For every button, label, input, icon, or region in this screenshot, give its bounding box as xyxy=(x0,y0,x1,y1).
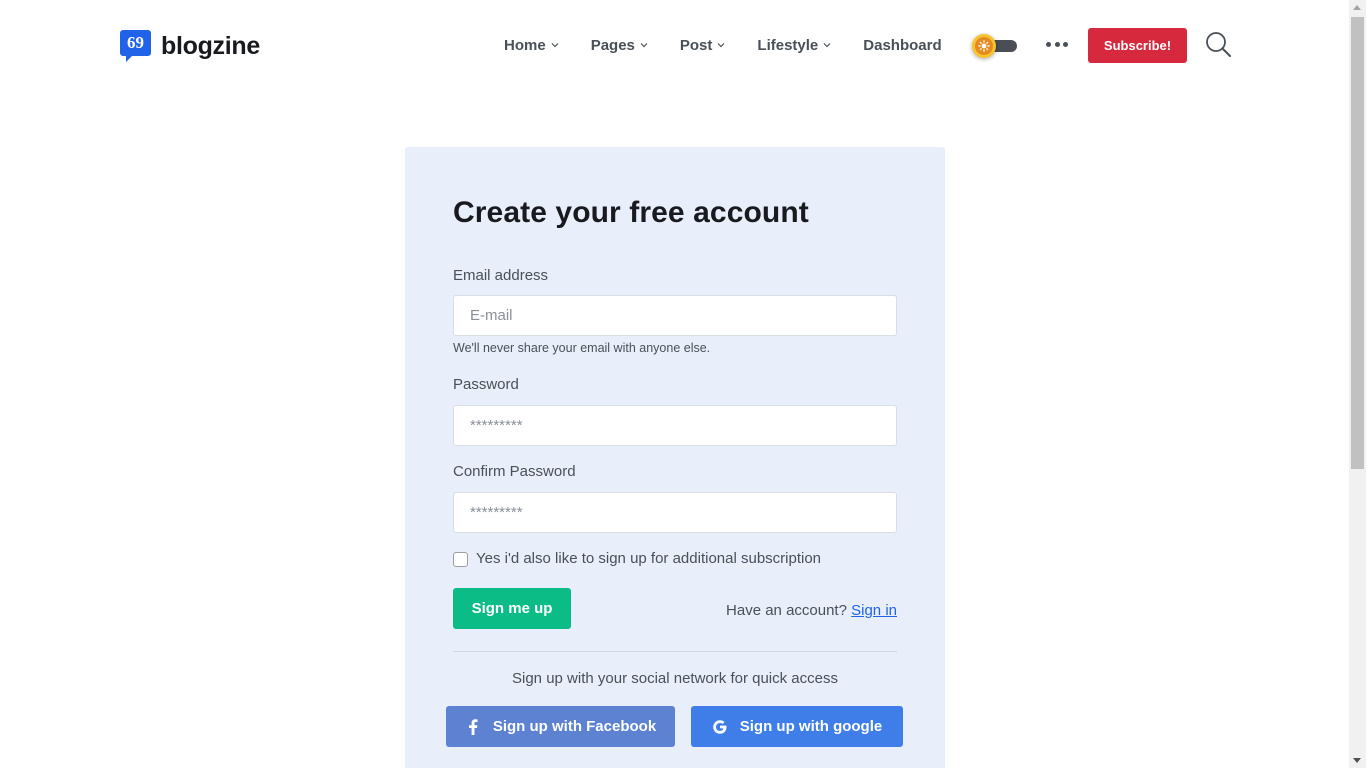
nav-item-label: Home xyxy=(504,36,546,54)
nav-item-home[interactable]: Home xyxy=(504,37,559,54)
nav-item-label: Lifestyle xyxy=(757,36,819,54)
google-icon xyxy=(712,719,728,735)
email-label: Email address xyxy=(453,267,549,284)
page-title: Create your free account xyxy=(453,196,809,229)
subscription-checkbox-label[interactable]: Yes i'd also like to sign up for additio… xyxy=(476,549,821,569)
sign-me-up-button[interactable]: Sign me up xyxy=(453,588,571,629)
chevron-down-icon xyxy=(551,43,559,48)
page-scrollbar[interactable] xyxy=(1349,0,1366,768)
site-logo[interactable]: 69 blogzine xyxy=(120,30,260,62)
chevron-down-icon xyxy=(640,43,648,48)
facebook-signup-label: Sign up with Facebook xyxy=(492,718,657,735)
main-nav: Home Pages Post Lifestyle Dashboard xyxy=(504,30,942,60)
confirm-password-label: Confirm Password xyxy=(453,463,576,480)
have-account-label: Have an account? xyxy=(726,602,847,619)
social-signup-text: Sign up with your social network for qui… xyxy=(512,670,838,687)
have-account-text: Have an account? Sign in xyxy=(726,601,897,621)
nav-item-pages[interactable]: Pages xyxy=(591,37,648,54)
subscription-checkbox[interactable] xyxy=(453,551,468,567)
divider xyxy=(453,651,897,652)
site-header: 69 blogzine Home Pages Post Lifestyle Da… xyxy=(0,0,1349,90)
speech-bubble-quote-icon: 69 xyxy=(120,30,151,62)
toggle-knob xyxy=(972,34,996,58)
scrollbar-thumb[interactable] xyxy=(1351,17,1364,469)
chevron-down-icon xyxy=(823,43,831,48)
facebook-icon xyxy=(465,718,481,735)
ellipsis-icon[interactable] xyxy=(1046,36,1068,52)
nav-item-lifestyle[interactable]: Lifestyle xyxy=(757,37,831,54)
email-help-text: We'll never share your email with anyone… xyxy=(453,341,711,355)
chevron-down-icon xyxy=(717,43,725,48)
search-icon[interactable] xyxy=(1205,31,1232,58)
google-signup-button[interactable]: Sign up with google xyxy=(691,706,903,747)
password-label: Password xyxy=(453,376,519,393)
nav-item-dashboard[interactable]: Dashboard xyxy=(863,37,941,54)
nav-item-label: Pages xyxy=(590,36,635,54)
password-field[interactable] xyxy=(453,405,897,446)
scroll-up-arrow-icon[interactable] xyxy=(1353,5,1361,10)
sign-in-link[interactable]: Sign in xyxy=(851,602,897,619)
google-signup-label: Sign up with google xyxy=(739,718,883,735)
signup-card: Create your free account Email address W… xyxy=(405,147,945,768)
logo-text: blogzine xyxy=(161,32,260,60)
subscription-checkbox-row: Yes i'd also like to sign up for additio… xyxy=(453,549,821,569)
subscribe-button[interactable]: Subscribe! xyxy=(1088,28,1187,63)
theme-toggle[interactable] xyxy=(972,33,1018,59)
nav-item-post[interactable]: Post xyxy=(680,37,726,54)
sun-icon xyxy=(978,40,990,52)
facebook-signup-button[interactable]: Sign up with Facebook xyxy=(446,706,675,747)
email-field[interactable] xyxy=(453,295,897,336)
nav-item-label: Dashboard xyxy=(863,36,942,54)
svg-text:69: 69 xyxy=(127,33,144,52)
confirm-password-field[interactable] xyxy=(453,492,897,533)
nav-item-label: Post xyxy=(679,36,713,54)
scroll-down-arrow-icon[interactable] xyxy=(1353,758,1361,763)
